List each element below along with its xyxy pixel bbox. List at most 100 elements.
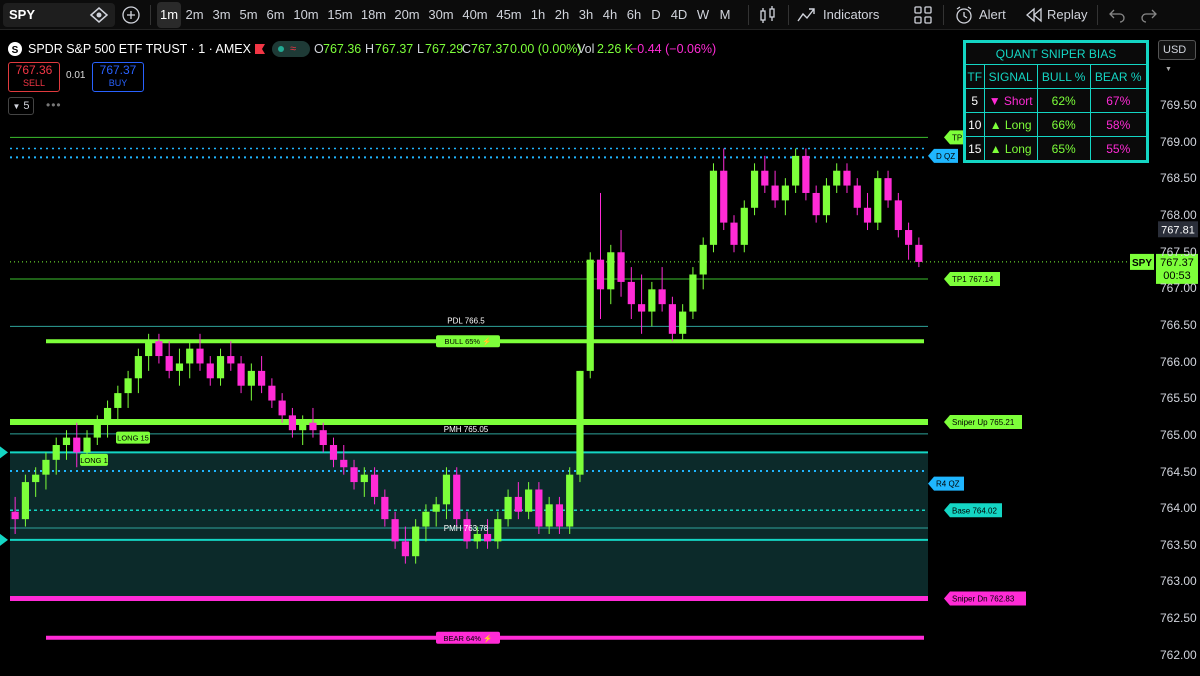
symbol-badge-icon[interactable] (89, 6, 109, 24)
last-price-label: 767.37 (1160, 257, 1194, 269)
candle-body (391, 519, 399, 542)
table-row: 5 ▼ Short 62% 67% (965, 88, 1148, 113)
market-status-pill[interactable]: ≈ (272, 41, 310, 57)
interval-20m[interactable]: 20m (390, 0, 424, 30)
candle-body (370, 474, 379, 497)
add-symbol-icon[interactable] (121, 5, 141, 25)
r4-qz-tag: R4 QZ (936, 480, 960, 489)
candle-body (155, 341, 163, 357)
symbol-name[interactable]: SPY (9, 3, 35, 27)
candle-body (586, 259, 594, 371)
tp-top-tag: TP (952, 133, 962, 142)
interval-30m[interactable]: 30m (424, 0, 458, 30)
sell-price: 767.36 (15, 63, 53, 77)
indicators-icon[interactable] (796, 5, 816, 25)
price-tick: 767.50 (1160, 244, 1197, 259)
undo-icon[interactable] (1108, 6, 1126, 24)
candle-body (268, 385, 276, 401)
wave-icon: ≈ (290, 43, 297, 55)
row-signal: ▼ Short (983, 88, 1038, 113)
spy-logo-icon: S (8, 42, 22, 56)
candle-body (679, 311, 687, 334)
candle-body (905, 230, 913, 245)
candle-body (432, 504, 440, 512)
buy-label: BUY (108, 78, 128, 88)
candle-body (309, 422, 317, 431)
alert-icon[interactable] (954, 5, 974, 25)
candle-body (658, 289, 666, 305)
candle-body (874, 178, 882, 223)
redo-icon[interactable] (1140, 6, 1158, 24)
candle-body (299, 422, 307, 431)
price-tick: 769.50 (1160, 98, 1197, 112)
header-bear: BEAR % (1089, 64, 1148, 89)
candle-body (730, 222, 738, 245)
candle-body (350, 467, 358, 483)
pdl-label: PDL 766.5 (447, 316, 485, 325)
interval-10m[interactable]: 10m (289, 0, 323, 30)
high-label: H (365, 42, 375, 56)
interval-6m[interactable]: 6m (262, 0, 289, 30)
candle-body (863, 207, 872, 223)
flag-icon[interactable] (254, 43, 266, 55)
replay-button[interactable]: Replay (1047, 0, 1087, 30)
interval-3h[interactable]: 3h (574, 0, 598, 30)
price-tick: 763.00 (1160, 574, 1197, 589)
candle-body (237, 363, 245, 386)
currency-label: USD (1163, 44, 1187, 56)
candle-body (258, 370, 266, 386)
interval-D[interactable]: D (646, 0, 666, 30)
left-marker (0, 533, 8, 546)
candle-body (145, 341, 153, 357)
interval-2m[interactable]: 2m (181, 0, 208, 30)
interval-1h[interactable]: 1h (526, 0, 550, 30)
interval-1m[interactable]: 1m (157, 2, 181, 28)
candle-body (473, 533, 481, 542)
interval-45m[interactable]: 45m (492, 0, 526, 30)
chart-type-icon[interactable] (758, 5, 778, 25)
interval-4D[interactable]: 4D (666, 0, 692, 30)
candle-body (648, 289, 656, 312)
interval-15m[interactable]: 15m (323, 0, 357, 30)
interval-2h[interactable]: 2h (550, 0, 574, 30)
interval-6h[interactable]: 6h (622, 0, 646, 30)
buy-button[interactable]: 767.37 BUY (92, 62, 144, 92)
volume-value: 2.26 K (597, 42, 634, 56)
header-signal: SIGNAL (983, 64, 1038, 89)
sell-button[interactable]: 767.36 SELL (8, 62, 60, 92)
indicators-button[interactable]: Indicators (823, 0, 879, 30)
interval-W[interactable]: W (692, 0, 714, 30)
more-dots-icon[interactable]: ••• (46, 98, 62, 112)
replay-icon[interactable] (1024, 5, 1044, 25)
currency-select[interactable]: USD ▼ (1158, 40, 1196, 73)
indicator-collapse-button[interactable]: ▼ 5 (8, 97, 34, 115)
open-value: 767.36 (323, 42, 362, 56)
price-tick: 766.00 (1160, 354, 1197, 369)
interval-5m[interactable]: 5m (235, 0, 262, 30)
spread-value: 0.01 (66, 70, 86, 81)
row-bull: 65% (1036, 136, 1091, 161)
interval-18m[interactable]: 18m (357, 0, 390, 30)
candle-body (504, 496, 512, 520)
top-toolbar: SPY 1m 2m 3m 5m 6m 10m 15m 18m 20m 30m 40m 45m 1h 2h 3… (0, 0, 1200, 30)
candle-body (843, 170, 851, 186)
symbol-search[interactable]: SPY (3, 3, 115, 27)
interval-3m[interactable]: 3m (208, 0, 235, 30)
countdown-label: 00:53 (1163, 270, 1191, 282)
candle-body (514, 496, 522, 512)
candle-body (853, 185, 861, 208)
interval-40m[interactable]: 40m (458, 0, 492, 30)
candle-body (32, 474, 40, 483)
candle-body (740, 207, 748, 245)
indicator-count: 5 (23, 100, 30, 112)
templates-icon[interactable] (914, 6, 932, 24)
candle-body (792, 155, 800, 186)
symbol-title[interactable]: SPDR S&P 500 ETF TRUST · 1 · AMEX (28, 40, 251, 58)
interval-M[interactable]: M (714, 0, 736, 30)
market-open-dot (278, 46, 284, 52)
alert-button[interactable]: Alert (979, 0, 1006, 30)
candle-body (555, 504, 564, 527)
interval-4h[interactable]: 4h (598, 0, 622, 30)
candle-body (196, 348, 204, 364)
header-tf: TF (965, 64, 985, 89)
